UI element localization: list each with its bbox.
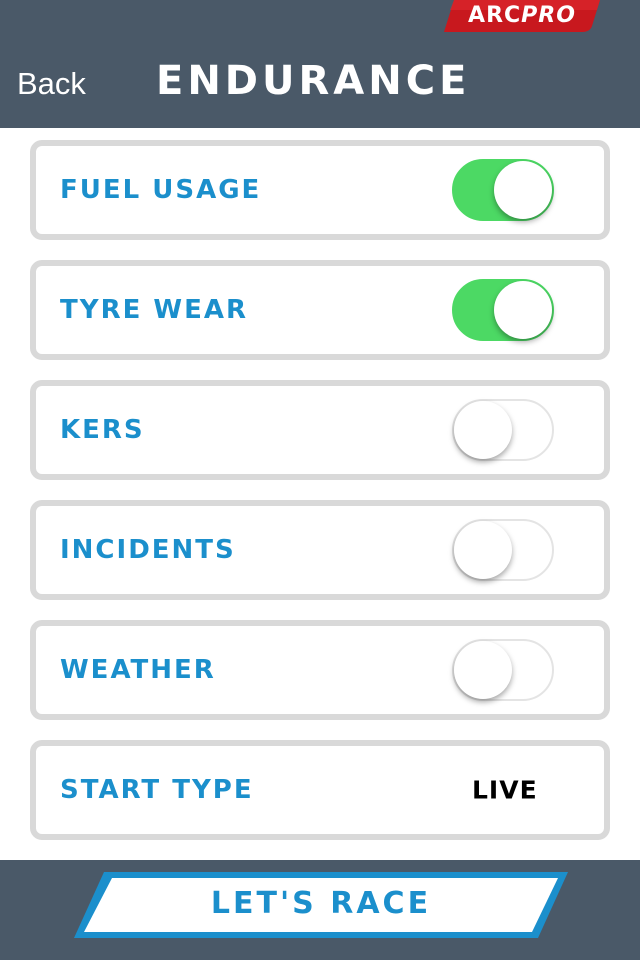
logo-text: ARCPRO <box>444 3 600 28</box>
lets-race-button[interactable]: LET'S RACE <box>70 868 572 942</box>
toggle-knob <box>454 401 512 459</box>
setting-row-weather: WEATHER <box>30 620 610 720</box>
logo-primary-text: ARC <box>468 3 522 28</box>
setting-label: WEATHER <box>60 655 216 685</box>
fuel-usage-toggle[interactable] <box>452 159 554 221</box>
race-button-label: LET'S RACE <box>210 886 432 921</box>
nav-header: ARCPRO Back ENDURANCE <box>0 0 640 128</box>
setting-label: INCIDENTS <box>60 535 236 565</box>
arcpro-logo: ARCPRO <box>444 0 600 34</box>
kers-toggle[interactable] <box>452 399 554 461</box>
tyre-wear-toggle[interactable] <box>452 279 554 341</box>
weather-toggle[interactable] <box>452 639 554 701</box>
back-button[interactable]: Back <box>17 66 86 102</box>
start-type-value[interactable]: LIVE <box>472 776 538 805</box>
logo-secondary-text: PRO <box>521 3 576 28</box>
toggle-knob <box>454 641 512 699</box>
setting-label: START TYPE <box>60 775 254 805</box>
setting-row-kers: KERS <box>30 380 610 480</box>
toggle-knob <box>454 521 512 579</box>
setting-row-fuel-usage: FUEL USAGE <box>30 140 610 240</box>
setting-row-start-type[interactable]: START TYPE LIVE <box>30 740 610 840</box>
toggle-knob <box>494 281 552 339</box>
setting-label: KERS <box>60 415 145 445</box>
toggle-knob <box>494 161 552 219</box>
incidents-toggle[interactable] <box>452 519 554 581</box>
app-root: ARCPRO Back ENDURANCE FUEL USAGE TYRE WE… <box>0 0 640 960</box>
page-title: ENDURANCE <box>156 58 471 104</box>
setting-label: FUEL USAGE <box>60 175 262 205</box>
setting-label: TYRE WEAR <box>60 295 248 325</box>
setting-row-incidents: INCIDENTS <box>30 500 610 600</box>
setting-row-tyre-wear: TYRE WEAR <box>30 260 610 360</box>
